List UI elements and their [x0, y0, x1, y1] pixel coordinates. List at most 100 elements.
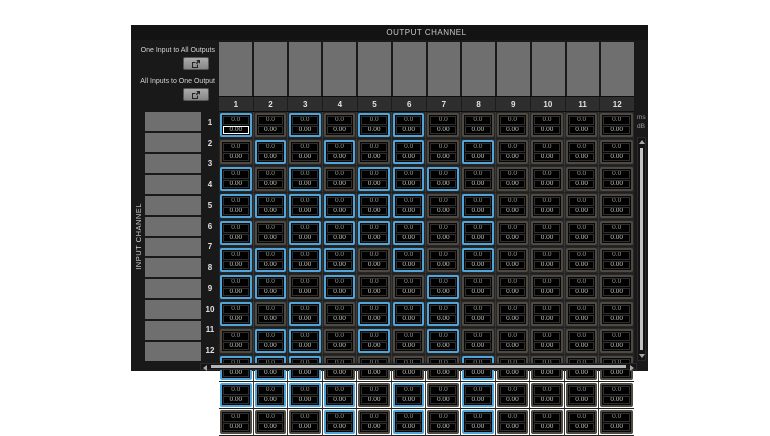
gain-value-field[interactable]: 0.00: [534, 207, 560, 216]
delay-value-field[interactable]: 0.0: [603, 116, 630, 125]
delay-value-field[interactable]: 0.0: [258, 278, 284, 287]
crosspoint-cell[interactable]: 0.00.00: [497, 221, 529, 245]
delay-value-field[interactable]: 0.0: [292, 332, 318, 341]
delay-value-field[interactable]: 0.0: [430, 170, 456, 179]
crosspoint-cell[interactable]: 0.00.00: [393, 194, 425, 218]
gain-value-field[interactable]: 0.00: [500, 288, 526, 297]
delay-value-field[interactable]: 0.0: [465, 386, 491, 395]
delay-value-field[interactable]: 0.0: [500, 386, 526, 395]
gain-value-field[interactable]: 0.00: [223, 207, 249, 216]
delay-value-field[interactable]: 0.0: [223, 170, 249, 179]
crosspoint-cell[interactable]: 0.00.00: [566, 194, 598, 218]
gain-value-field[interactable]: 0.00: [603, 261, 630, 270]
gain-value-field[interactable]: 0.00: [292, 288, 318, 297]
gain-value-field[interactable]: 0.00: [430, 153, 456, 162]
gain-value-field[interactable]: 0.00: [465, 207, 491, 216]
crosspoint-cell[interactable]: 0.00.00: [324, 140, 356, 164]
crosspoint-cell[interactable]: 0.00.00: [324, 302, 356, 326]
delay-value-field[interactable]: 0.0: [223, 386, 249, 395]
gain-value-field[interactable]: 0.00: [534, 315, 560, 324]
crosspoint-cell[interactable]: 0.00.00: [497, 140, 529, 164]
gain-value-field[interactable]: 0.00: [258, 261, 284, 270]
delay-value-field[interactable]: 0.0: [603, 170, 630, 179]
crosspoint-cell[interactable]: 0.00.00: [566, 113, 598, 137]
gain-value-field[interactable]: 0.00: [223, 288, 249, 297]
gain-value-field[interactable]: 0.00: [258, 126, 284, 135]
crosspoint-cell[interactable]: 0.00.00: [393, 221, 425, 245]
gain-value-field[interactable]: 0.00: [465, 423, 491, 432]
crosspoint-cell[interactable]: 0.00.00: [358, 248, 390, 272]
delay-value-field[interactable]: 0.0: [292, 251, 318, 260]
delay-value-field[interactable]: 0.0: [569, 278, 595, 287]
gain-value-field[interactable]: 0.00: [534, 288, 560, 297]
delay-value-field[interactable]: 0.0: [223, 143, 249, 152]
delay-value-field[interactable]: 0.0: [603, 251, 630, 260]
delay-value-field[interactable]: 0.0: [569, 251, 595, 260]
delay-value-field[interactable]: 0.0: [396, 305, 422, 314]
gain-value-field[interactable]: 0.00: [430, 207, 456, 216]
delay-value-field[interactable]: 0.0: [396, 413, 422, 422]
gain-value-field[interactable]: 0.00: [223, 153, 249, 162]
gain-value-field[interactable]: 0.00: [327, 234, 353, 243]
crosspoint-cell[interactable]: 0.00.00: [427, 194, 459, 218]
input-channel-strip[interactable]: [145, 238, 201, 257]
delay-value-field[interactable]: 0.0: [603, 143, 630, 152]
delay-value-field[interactable]: 0.0: [396, 224, 422, 233]
delay-value-field[interactable]: 0.0: [603, 278, 630, 287]
delay-value-field[interactable]: 0.0: [327, 386, 353, 395]
input-channel-strip[interactable]: [145, 112, 201, 131]
gain-value-field[interactable]: 0.00: [500, 180, 526, 189]
gain-value-field[interactable]: 0.00: [569, 315, 595, 324]
gain-value-field[interactable]: 0.00: [534, 126, 560, 135]
crosspoint-cell[interactable]: 0.00.00: [220, 410, 252, 434]
gain-value-field[interactable]: 0.00: [500, 261, 526, 270]
crosspoint-cell[interactable]: 0.00.00: [289, 167, 321, 191]
delay-value-field[interactable]: 0.0: [430, 224, 456, 233]
delay-value-field[interactable]: 0.0: [327, 332, 353, 341]
crosspoint-cell[interactable]: 0.00.00: [566, 302, 598, 326]
crosspoint-cell[interactable]: 0.00.00: [600, 275, 633, 299]
gain-value-field[interactable]: 0.00: [292, 234, 318, 243]
delay-value-field[interactable]: 0.0: [258, 251, 284, 260]
gain-value-field[interactable]: 0.00: [258, 315, 284, 324]
gain-value-field[interactable]: 0.00: [430, 180, 456, 189]
delay-value-field[interactable]: 0.0: [258, 116, 284, 125]
output-channel-strip[interactable]: [289, 42, 322, 96]
delay-value-field[interactable]: 0.0: [534, 143, 560, 152]
delay-value-field[interactable]: 0.0: [465, 278, 491, 287]
gain-value-field[interactable]: 0.00: [534, 153, 560, 162]
gain-value-field[interactable]: 0.00: [569, 126, 595, 135]
delay-value-field[interactable]: 0.0: [292, 413, 318, 422]
delay-value-field[interactable]: 0.0: [534, 224, 560, 233]
gain-value-field[interactable]: 0.00: [569, 207, 595, 216]
delay-value-field[interactable]: 0.0: [223, 305, 249, 314]
gain-value-field[interactable]: 0.00: [396, 153, 422, 162]
gain-value-field[interactable]: 0.00: [292, 180, 318, 189]
delay-value-field[interactable]: 0.0: [396, 170, 422, 179]
gain-value-field[interactable]: 0.00: [534, 261, 560, 270]
crosspoint-cell[interactable]: 0.00.00: [289, 221, 321, 245]
delay-value-field[interactable]: 0.0: [396, 251, 422, 260]
delay-value-field[interactable]: 0.0: [465, 413, 491, 422]
crosspoint-cell[interactable]: 0.00.00: [462, 221, 494, 245]
crosspoint-cell[interactable]: 0.00.00: [255, 329, 287, 353]
input-channel-strip[interactable]: [145, 321, 201, 340]
gain-value-field[interactable]: 0.00: [465, 261, 491, 270]
gain-value-field[interactable]: 0.00: [603, 315, 630, 324]
delay-value-field[interactable]: 0.0: [223, 278, 249, 287]
delay-value-field[interactable]: 0.0: [430, 386, 456, 395]
delay-value-field[interactable]: 0.0: [292, 143, 318, 152]
crosspoint-cell[interactable]: 0.00.00: [324, 221, 356, 245]
crosspoint-cell[interactable]: 0.00.00: [324, 329, 356, 353]
delay-value-field[interactable]: 0.0: [569, 197, 595, 206]
gain-value-field[interactable]: 0.00: [569, 234, 595, 243]
delay-value-field[interactable]: 0.0: [430, 143, 456, 152]
gain-value-field[interactable]: 0.00: [327, 342, 353, 351]
input-channel-strip[interactable]: [145, 133, 201, 152]
crosspoint-cell[interactable]: 0.00.00: [324, 167, 356, 191]
delay-value-field[interactable]: 0.0: [569, 170, 595, 179]
delay-value-field[interactable]: 0.0: [534, 170, 560, 179]
output-channel-strip[interactable]: [393, 42, 426, 96]
crosspoint-cell[interactable]: 0.00.00: [220, 329, 252, 353]
delay-value-field[interactable]: 0.0: [292, 116, 318, 125]
